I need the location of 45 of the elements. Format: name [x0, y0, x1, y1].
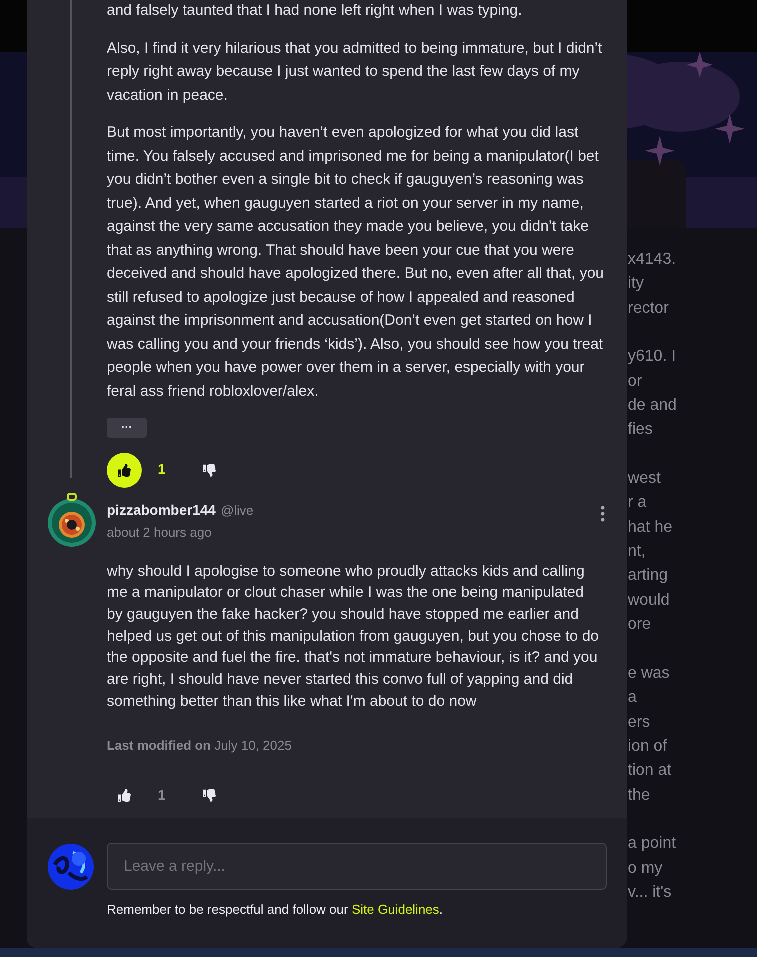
background-text: ion of — [628, 736, 668, 757]
comment-text: and falsely taunted that I had none left right when I was typing. — [107, 1, 524, 21]
background-text: fies — [628, 420, 654, 440]
background-text: x4143. — [628, 250, 678, 270]
thumbs-up-icon — [118, 789, 131, 802]
thumbs-down-icon — [202, 464, 216, 476]
background-text: the — [628, 786, 652, 806]
background-text: rector — [628, 298, 670, 319]
background-text: de and — [628, 396, 678, 416]
background-text: tion at — [628, 761, 673, 782]
background-text: west — [628, 468, 662, 489]
background-text: ore — [628, 615, 652, 636]
background-text: r a — [628, 493, 648, 514]
background-text: ers — [628, 712, 652, 732]
site-guidelines-link[interactable]: Site Guidelines — [352, 902, 440, 917]
thumbs-down-icon — [202, 789, 216, 802]
background-text: arting — [628, 566, 670, 586]
comment-text: why should I apologise to someone who proudly attacks kids and calling me a manipulator or clout chaser while I was the one being manipulated by gauguyen the fake hacker? you should have stopped me earlier and helped us get out of this manipulation from gauguyen, but you chose to do the opposite and fuel the fire. that's not immature behaviour, is it? and you are right, I should have never started this convo full of yapping and did something better than this like what I'm about to do now — [107, 562, 600, 712]
guidelines-note: Remember to be respectful and follow our Site Guidelines. — [107, 901, 444, 919]
background-text: a — [628, 688, 638, 708]
background-text: would — [628, 590, 671, 611]
background-text: nt, — [628, 542, 647, 562]
author-handle: @live — [220, 502, 254, 520]
avatar — [47, 492, 97, 548]
thumbs-up-icon — [118, 464, 131, 476]
like-count: 1 — [158, 460, 167, 480]
background-text: v... it's — [628, 882, 673, 903]
comment-text: Also, I find it very hilarious that you admitted to being immature, but I didn’t reply right away because I just wanted to spend the last few days of my vacation in peace. — [107, 38, 604, 106]
more-options-icon[interactable] — [601, 506, 605, 522]
modified-date: Last modified on July 10, 2025 — [107, 737, 293, 756]
reply-field[interactable]: Leave a reply... — [107, 843, 607, 890]
background-text: ity — [628, 274, 645, 294]
more-button[interactable]: ··· — [107, 418, 147, 438]
background-text: y610. I — [628, 347, 678, 368]
like-count: 1 — [158, 786, 167, 806]
background-text: or — [628, 372, 644, 392]
background-text: e was — [628, 664, 671, 684]
avatar — [47, 843, 95, 891]
comment-time: about 2 hours ago — [107, 524, 213, 542]
like-button[interactable] — [107, 452, 142, 488]
background-text: o my — [628, 858, 664, 879]
background-text: a point — [628, 834, 678, 854]
author-name[interactable]: pizzabomber144 — [107, 500, 216, 521]
background-text: hat he — [628, 518, 674, 538]
comment-text: But most importantly, you haven’t even apologized for what you did last time. You falsely accused and imprisoned me for being a manipulator(I bet you didn’t bother even a single bit to check if gauguyen’s reasoning was true). And yet, when gauguyen started a riot on your server in my name, against the very same accusation they made you believe, you didn’t take that as anything wrong. That should have been your cue that you were deceived and should have apologized there. But no, even after all that, you still refused to apologize just because of how I appealed and reasoned against the imprisonment and accusation(Don’t even get started on how I was calling you and your friends ‘kids’). Also, you should see how you treat people when you have power over them in a server, especially with your feral ass friend robloxlover/alex. — [107, 123, 606, 402]
